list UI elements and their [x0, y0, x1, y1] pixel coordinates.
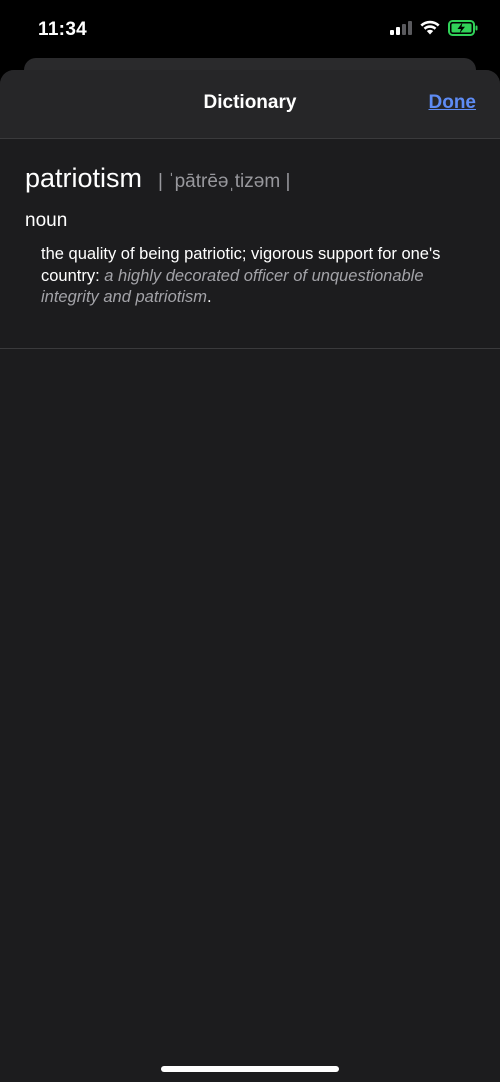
pronunciation: | ˈpātrēəˌtizəm |: [158, 171, 291, 192]
definition: the quality of being patriotic; vigorous…: [41, 244, 446, 309]
part-of-speech: noun: [25, 210, 68, 231]
entry-divider: [0, 348, 500, 349]
wifi-icon: [420, 20, 440, 40]
home-indicator[interactable]: [161, 1066, 339, 1072]
headword-row: patriotism | ˈpātrēəˌtizəm |: [25, 163, 476, 194]
cellular-signal-icon: [390, 20, 412, 40]
done-button[interactable]: Done: [429, 92, 477, 114]
dictionary-entry: patriotism | ˈpātrēəˌtizəm | noun the qu…: [0, 139, 500, 309]
example-period: .: [207, 288, 212, 306]
battery-charging-icon: [448, 19, 478, 41]
navigation-bar: Dictionary Done: [0, 70, 500, 139]
status-bar: 11:34: [0, 0, 500, 60]
status-time: 11:34: [38, 19, 88, 40]
status-icons: [390, 19, 478, 41]
headword: patriotism: [25, 163, 143, 193]
dictionary-sheet: Dictionary Done patriotism | ˈpātrēəˌtiz…: [0, 70, 500, 1082]
page-title: Dictionary: [203, 92, 297, 113]
